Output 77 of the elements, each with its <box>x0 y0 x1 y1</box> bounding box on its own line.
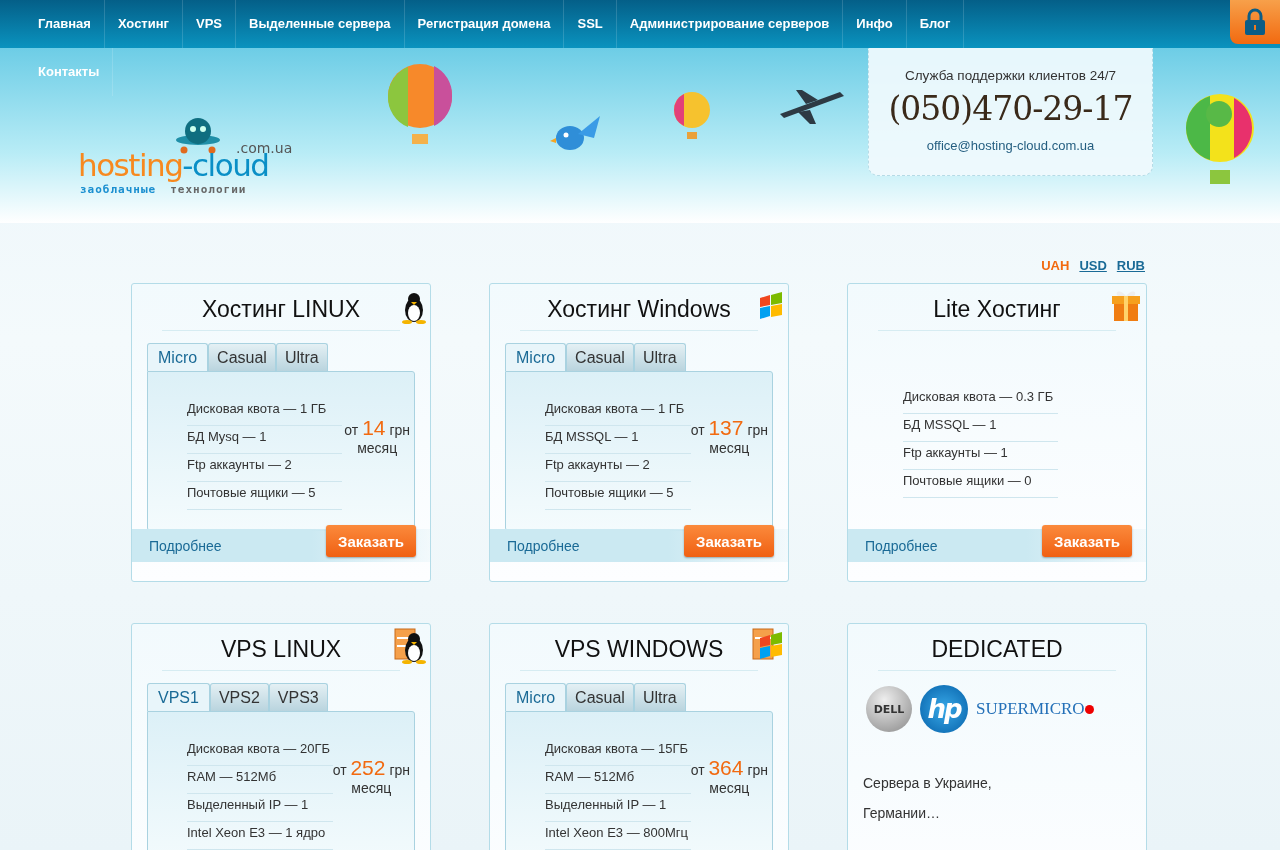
card-title: DEDICATED <box>878 636 1116 671</box>
email-link[interactable]: office@hosting-cloud.com.ua <box>926 138 1095 153</box>
feature-text: Дисковая квота — 1 ГБ <box>545 398 691 426</box>
price-period: месяц <box>351 780 392 796</box>
description-text: Германии… <box>863 805 941 821</box>
feature-text: Почтовые ящики — 5 <box>545 482 691 510</box>
vendor-logo: hp <box>920 685 968 733</box>
price-currency: грн <box>747 762 768 778</box>
feature-text: Ftp аккаунты — 1 <box>903 442 1058 470</box>
price-prefix: от <box>690 762 705 778</box>
airplane-drawing <box>780 90 844 124</box>
plan-tab[interactable]: Micro <box>505 343 567 371</box>
details-link[interactable]: Подробнее <box>149 538 222 554</box>
feature-text: Выделенный IP — 1 <box>187 794 333 822</box>
plan-tab[interactable]: Casual <box>208 343 276 371</box>
price-amount: 364 <box>708 756 744 779</box>
details-link[interactable]: Подробнее <box>507 538 580 554</box>
plan-tab[interactable]: Micro <box>147 343 209 371</box>
plan-tab[interactable]: Casual <box>566 343 634 371</box>
price-currency: грн <box>389 762 410 778</box>
price-amount: 137 <box>708 416 744 439</box>
server-penguin-icon <box>394 628 426 664</box>
price-period: месяц <box>709 440 750 456</box>
plan-tab[interactable]: Ultra <box>633 343 686 371</box>
feature-text: Почтовые ящики — 5 <box>187 482 342 510</box>
plan-tab[interactable]: Ultra <box>275 343 328 371</box>
order-button[interactable]: Заказать <box>326 525 416 557</box>
price-amount: 14 <box>362 416 386 439</box>
currency-link[interactable]: USD <box>1079 258 1107 283</box>
details-link[interactable]: Подробнее <box>865 538 938 554</box>
price-period: месяц <box>709 780 750 796</box>
feature-text: БД MSSQL — 1 <box>903 414 1058 442</box>
feature-text: Intel Xeon E3 — 800Мгц <box>545 822 691 850</box>
description-text: Сервера в Украине, <box>863 775 993 791</box>
order-button[interactable]: Заказать <box>1042 525 1132 557</box>
price-amount: 252 <box>350 756 386 779</box>
feature-text: Ftp аккаунты — 2 <box>545 454 691 482</box>
vendor-logo: SUPERMICRO <box>976 699 1085 719</box>
feature-text: Дисковая квота — 15ГБ <box>545 738 691 766</box>
plan-tab[interactable]: Ultra <box>633 683 686 711</box>
balloon-drawing <box>674 92 710 139</box>
price-prefix: от <box>690 422 705 438</box>
card-title: Хостинг Windows <box>520 296 758 331</box>
feature-text: Дисковая квота — 0.3 ГБ <box>903 386 1058 414</box>
order-button[interactable]: Заказать <box>684 525 774 557</box>
feature-text: Дисковая квота — 1 ГБ <box>187 398 342 426</box>
plan-tab[interactable]: VPS1 <box>147 683 210 711</box>
price-period: месяц <box>357 440 398 456</box>
currency-link[interactable]: UAH <box>1041 258 1070 283</box>
card-title: Хостинг LINUX <box>162 296 400 331</box>
price-prefix: от <box>332 762 347 778</box>
feature-text: Выделенный IP — 1 <box>545 794 691 822</box>
plan-tab[interactable]: Micro <box>505 683 567 711</box>
price-currency: грн <box>747 422 768 438</box>
login-button[interactable] <box>1230 0 1280 44</box>
price-currency: грн <box>389 422 410 438</box>
feature-text: Ftp аккаунты — 2 <box>187 454 342 482</box>
vendor-logo: DELL <box>866 686 912 732</box>
gift-icon <box>1110 288 1142 322</box>
feature-text: Дисковая квота — 20ГБ <box>187 738 333 766</box>
dot-icon <box>1084 704 1094 714</box>
plan-tab[interactable]: VPS3 <box>268 683 328 711</box>
currency-link[interactable]: RUB <box>1116 258 1145 283</box>
support-title: Служба поддержки клиентов 24/7 <box>904 68 1117 83</box>
feature-text: RAM — 512Мб <box>545 766 691 794</box>
feature-text: БД MSSQL — 1 <box>545 426 691 454</box>
phone-number: (050)470-29-17 <box>888 89 1133 128</box>
feature-text: RAM — 512Мб <box>187 766 333 794</box>
logo-tagline: заоблачные технологии <box>80 184 247 196</box>
plan-tab[interactable]: Casual <box>566 683 634 711</box>
padlock-icon <box>1244 8 1266 36</box>
price-prefix: от <box>344 422 359 438</box>
feature-text: Почтовые ящики — 0 <box>903 470 1058 498</box>
feature-text: БД Mysq — 1 <box>187 426 342 454</box>
feature-text: Intel Xeon E3 — 1 ядро <box>187 822 333 850</box>
plan-tab[interactable]: VPS2 <box>209 683 269 711</box>
bird-drawing <box>550 116 600 150</box>
